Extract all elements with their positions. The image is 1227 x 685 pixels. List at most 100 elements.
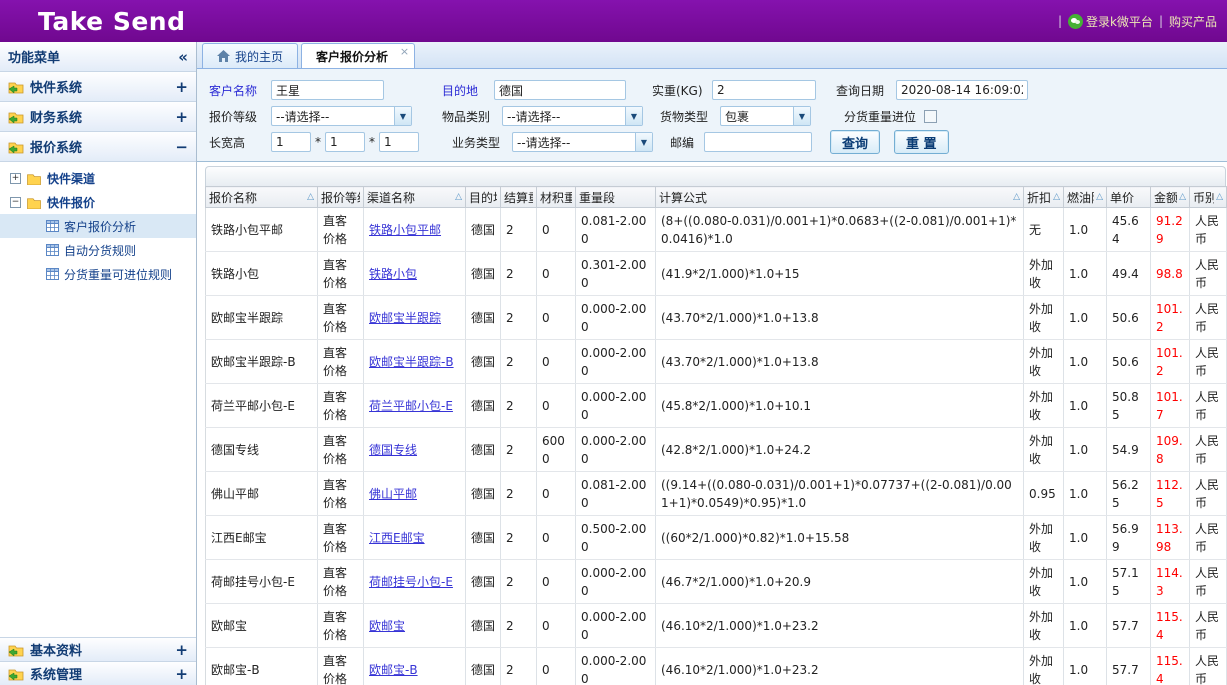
collapse-minus-icon[interactable]: − xyxy=(175,138,188,156)
tree-node-express-quote[interactable]: − 快件报价 xyxy=(0,190,196,214)
quote-level-label: 报价等级 xyxy=(209,108,271,125)
column-header[interactable]: 燃油附加费 △ xyxy=(1064,187,1107,208)
login-wechat-link[interactable]: 登录k微平台 xyxy=(1068,13,1153,30)
table-row[interactable]: 欧邮宝-B 直客价格 欧邮宝-B 德国 2 0 0.000-2.000 (46.… xyxy=(206,648,1227,685)
channel-link[interactable]: 佛山平邮 xyxy=(369,487,417,501)
business-type-label: 业务类型 xyxy=(452,134,512,151)
channel-link[interactable]: 铁路小包 xyxy=(369,267,417,281)
tree-leaf-customer-quote-analysis[interactable]: 客户报价分析 xyxy=(0,214,196,238)
sidebar-item-finance-system[interactable]: 财务系统 + xyxy=(0,102,196,132)
sort-icon[interactable]: △ xyxy=(1177,192,1186,202)
expander-plus-icon[interactable]: + xyxy=(10,173,21,184)
settle-weight-cell: 2 xyxy=(501,648,537,685)
channel-link[interactable]: 江西E邮宝 xyxy=(369,531,425,545)
sort-icon[interactable]: △ xyxy=(453,192,462,202)
app-logo: Take Send xyxy=(38,7,185,36)
channel-link[interactable]: 铁路小包平邮 xyxy=(369,223,441,237)
table-row[interactable]: 欧邮宝半跟踪-B 直客价格 欧邮宝半跟踪-B 德国 2 0 0.000-2.00… xyxy=(206,340,1227,384)
column-header[interactable]: 金额 △ xyxy=(1151,187,1190,208)
expander-minus-icon[interactable]: − xyxy=(10,197,21,208)
width-input[interactable] xyxy=(325,132,365,152)
separator: | xyxy=(1058,14,1062,28)
table-row[interactable]: 德国专线 直客价格 德国专线 德国 2 6000 0.000-2.000 (42… xyxy=(206,428,1227,472)
channel-link[interactable]: 荷兰平邮小包-E xyxy=(369,399,453,413)
channel-link[interactable]: 欧邮宝-B xyxy=(369,663,418,677)
sidebar-item-basic-data[interactable]: 基本资料 + xyxy=(0,637,196,661)
tree-leaf-split-weight-carry-rules[interactable]: 分货重量可进位规则 xyxy=(0,262,196,286)
sort-icon[interactable]: △ xyxy=(1094,192,1103,202)
expand-plus-icon[interactable]: + xyxy=(175,641,188,659)
actual-weight-label: 实重(KG) xyxy=(652,82,712,99)
table-row[interactable]: 铁路小包平邮 直客价格 铁路小包平邮 德国 2 0 0.081-2.000 (8… xyxy=(206,208,1227,252)
channel-link[interactable]: 荷邮挂号小包-E xyxy=(369,575,453,589)
query-date-input[interactable] xyxy=(896,80,1028,100)
expand-plus-icon[interactable]: + xyxy=(175,665,188,683)
height-input[interactable] xyxy=(379,132,419,152)
column-header[interactable]: 重量段 △ xyxy=(576,187,656,208)
buy-product-link[interactable]: 购买产品 xyxy=(1169,13,1217,30)
channel-link[interactable]: 欧邮宝 xyxy=(369,619,405,633)
fuel-surcharge-cell: 1.0 xyxy=(1064,340,1107,384)
currency-cell: 人民币 xyxy=(1190,208,1227,252)
column-header[interactable]: 计算公式 △ xyxy=(656,187,1024,208)
column-header[interactable]: 目的地 △ xyxy=(466,187,501,208)
length-input[interactable] xyxy=(271,132,311,152)
channel-link[interactable]: 欧邮宝半跟踪-B xyxy=(369,355,454,369)
formula-cell: ((9.14+((0.080-0.031)/0.001+1)*0.07737+(… xyxy=(656,472,1024,516)
channel-name-cell: 铁路小包 xyxy=(364,252,466,296)
table-row[interactable]: 欧邮宝半跟踪 直客价格 欧邮宝半跟踪 德国 2 0 0.000-2.000 (4… xyxy=(206,296,1227,340)
actual-weight-input[interactable] xyxy=(712,80,816,100)
column-header[interactable]: 币别 △ xyxy=(1190,187,1227,208)
column-header[interactable]: 结算重量 △ xyxy=(501,187,537,208)
business-type-select[interactable]: --请选择-- ▼ xyxy=(512,132,653,152)
split-weight-carry-checkbox[interactable] xyxy=(924,110,937,123)
channel-link[interactable]: 欧邮宝半跟踪 xyxy=(369,311,441,325)
formula-cell: (41.9*2/1.000)*1.0+15 xyxy=(656,252,1024,296)
sidebar-item-system-management[interactable]: 系统管理 + xyxy=(0,661,196,685)
query-button[interactable]: 查询 xyxy=(830,130,880,154)
expand-plus-icon[interactable]: + xyxy=(175,78,188,96)
customer-name-input[interactable] xyxy=(271,80,384,100)
postcode-input[interactable] xyxy=(704,132,812,152)
sort-icon[interactable]: △ xyxy=(305,192,314,202)
column-header[interactable]: 折扣 △ xyxy=(1024,187,1064,208)
weight-range-cell: 0.000-2.000 xyxy=(576,604,656,648)
close-tab-icon[interactable]: × xyxy=(400,45,409,58)
sort-icon[interactable]: △ xyxy=(1051,192,1060,202)
quote-name-cell: 欧邮宝-B xyxy=(206,648,318,685)
sort-icon[interactable]: △ xyxy=(1214,192,1223,202)
tree-leaf-auto-split-rules[interactable]: 自动分货规则 xyxy=(0,238,196,262)
tree-node-express-channel[interactable]: + 快件渠道 xyxy=(0,166,196,190)
channel-link[interactable]: 德国专线 xyxy=(369,443,417,457)
sidebar-item-quote-system[interactable]: 报价系统 − xyxy=(0,132,196,162)
table-row[interactable]: 荷邮挂号小包-E 直客价格 荷邮挂号小包-E 德国 2 0 0.000-2.00… xyxy=(206,560,1227,604)
column-header[interactable]: 材积重量 △ xyxy=(537,187,576,208)
quote-level-select[interactable]: --请选择-- ▼ xyxy=(271,106,412,126)
column-header[interactable]: 单价 △ xyxy=(1107,187,1151,208)
reset-button[interactable]: 重 置 xyxy=(894,130,949,154)
table-row[interactable]: 铁路小包 直客价格 铁路小包 德国 2 0 0.301-2.000 (41.9*… xyxy=(206,252,1227,296)
column-header[interactable]: 报价等级 △ xyxy=(318,187,364,208)
app-window: Take Send | 登录k微平台 | 购买产品 功能菜单 « 快件系统 + xyxy=(0,0,1227,685)
sidebar-item-express-system[interactable]: 快件系统 + xyxy=(0,72,196,102)
column-header[interactable]: 渠道名称 △ xyxy=(364,187,466,208)
sort-icon[interactable]: △ xyxy=(1011,192,1020,202)
goods-type-select[interactable]: 包裹 ▼ xyxy=(720,106,811,126)
tab-my-homepage[interactable]: 我的主页 xyxy=(202,43,298,68)
results-grid: 报价名称 △ 报价等级 △ xyxy=(197,162,1227,685)
quote-name-cell: 荷兰平邮小包-E xyxy=(206,384,318,428)
column-header[interactable]: 报价名称 △ xyxy=(206,187,318,208)
table-row[interactable]: 荷兰平邮小包-E 直客价格 荷兰平邮小包-E 德国 2 0 0.000-2.00… xyxy=(206,384,1227,428)
table-row[interactable]: 江西E邮宝 直客价格 江西E邮宝 德国 2 0 0.500-2.000 ((60… xyxy=(206,516,1227,560)
chevron-down-icon: ▼ xyxy=(394,107,411,125)
collapse-sidebar-icon[interactable]: « xyxy=(178,48,188,66)
item-category-select[interactable]: --请选择-- ▼ xyxy=(502,106,643,126)
expand-plus-icon[interactable]: + xyxy=(175,108,188,126)
table-row[interactable]: 佛山平邮 直客价格 佛山平邮 德国 2 0 0.081-2.000 ((9.14… xyxy=(206,472,1227,516)
tab-customer-quote-analysis[interactable]: 客户报价分析 × xyxy=(301,43,415,68)
table-row[interactable]: 欧邮宝 直客价格 欧邮宝 德国 2 0 0.000-2.000 (46.10*2… xyxy=(206,604,1227,648)
destination-input[interactable] xyxy=(494,80,626,100)
discount-cell: 无 xyxy=(1024,208,1064,252)
quote-level-cell: 直客价格 xyxy=(318,604,364,648)
amount-cell: 115.4 xyxy=(1151,648,1190,685)
